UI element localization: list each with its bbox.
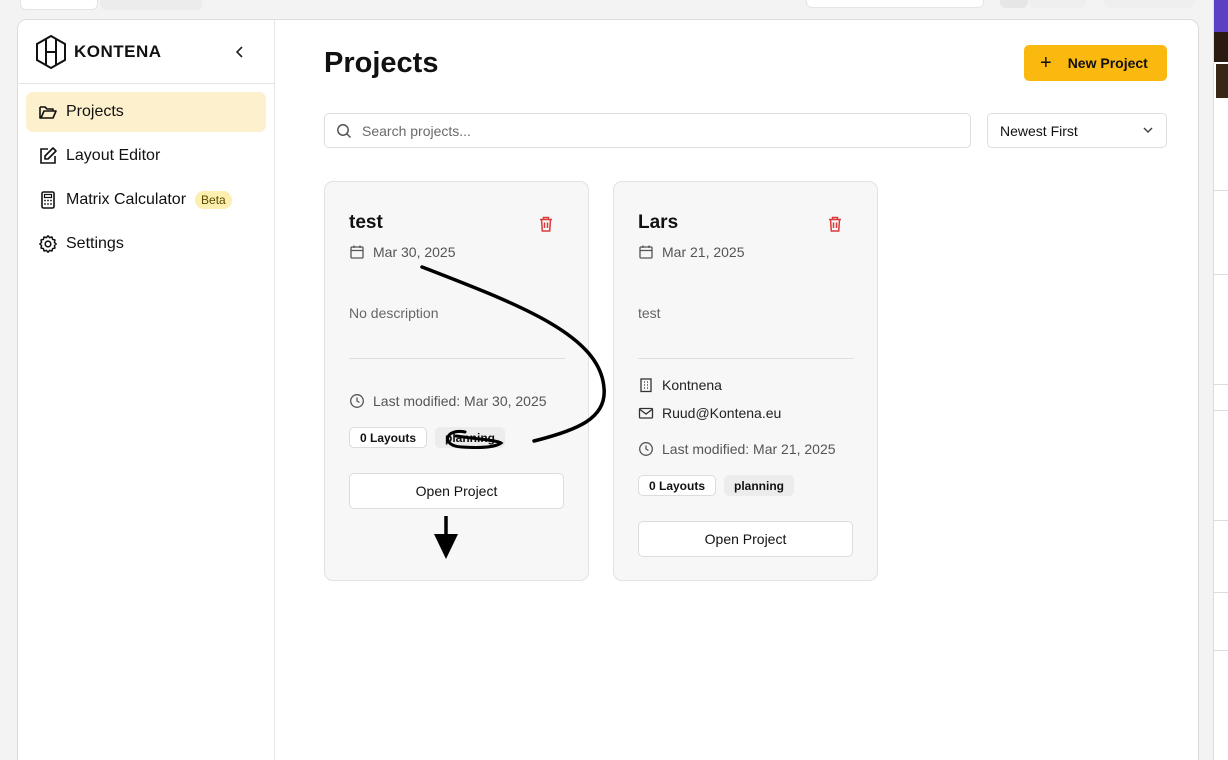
company-name: Kontnena — [662, 377, 722, 393]
search-box — [324, 113, 971, 148]
main-content: Projects + New Project Newest First test… — [276, 20, 1198, 760]
search-input[interactable] — [362, 122, 922, 139]
mail-icon — [638, 405, 654, 421]
new-project-label: New Project — [1067, 55, 1148, 71]
project-description: No description — [349, 305, 439, 321]
building-icon — [638, 377, 654, 393]
project-card: test Mar 30, 2025 No description Last mo… — [324, 181, 589, 581]
kontena-logo-icon — [36, 34, 66, 69]
background-window — [1213, 0, 1228, 760]
sort-selected-value: Newest First — [1000, 122, 1078, 139]
sidebar-item-matrix-calculator[interactable]: Matrix Calculator Beta — [26, 180, 266, 220]
app-window: KONTENA Projects Layout Editor Matrix Ca… — [17, 19, 1199, 760]
clock-icon — [638, 441, 654, 457]
logo-row: KONTENA — [18, 20, 274, 84]
trash-icon[interactable] — [826, 215, 844, 233]
browser-address-bar[interactable] — [806, 0, 984, 8]
last-modified: Last modified: Mar 30, 2025 — [373, 393, 547, 409]
sidebar-item-projects[interactable]: Projects — [26, 92, 266, 132]
project-date-row: Mar 30, 2025 — [349, 244, 456, 260]
open-project-button[interactable]: Open Project — [638, 521, 853, 557]
project-name: test — [349, 212, 383, 233]
contact-email: Ruud@Kontena.eu — [662, 405, 782, 421]
project-date: Mar 30, 2025 — [373, 244, 456, 260]
last-modified-row: Last modified: Mar 21, 2025 — [638, 441, 836, 457]
company-row: Kontnena — [638, 377, 722, 393]
sidebar-item-settings[interactable]: Settings — [26, 224, 266, 264]
card-divider — [638, 358, 854, 359]
last-modified-row: Last modified: Mar 30, 2025 — [349, 393, 547, 409]
edit-icon — [38, 146, 58, 166]
sort-select[interactable]: Newest First — [987, 113, 1167, 148]
brand-name: KONTENA — [74, 41, 162, 61]
search-icon — [337, 123, 352, 138]
browser-button[interactable] — [1030, 0, 1086, 8]
sidebar-item-label: Matrix Calculator — [66, 191, 187, 208]
browser-button[interactable] — [1104, 0, 1194, 8]
calculator-icon — [38, 190, 58, 210]
new-project-button[interactable]: + New Project — [1024, 45, 1167, 81]
sidebar-item-label: Settings — [66, 235, 124, 252]
layouts-count-tag: 0 Layouts — [638, 475, 717, 496]
project-description: test — [638, 305, 661, 321]
layouts-count-tag: 0 Layouts — [349, 427, 428, 448]
browser-tab[interactable] — [20, 0, 98, 10]
open-project-button[interactable]: Open Project — [349, 473, 564, 509]
project-date-row: Mar 21, 2025 — [638, 244, 745, 260]
browser-button[interactable] — [1000, 0, 1028, 8]
browser-tab[interactable] — [100, 0, 202, 10]
sidebar-item-label: Layout Editor — [66, 147, 161, 164]
clock-icon — [349, 393, 365, 409]
gear-icon — [38, 234, 58, 254]
project-date: Mar 21, 2025 — [662, 244, 745, 260]
beta-badge: Beta — [195, 191, 232, 209]
chevron-down-icon — [1143, 127, 1153, 134]
calendar-icon — [638, 244, 654, 260]
sidebar-item-layout-editor[interactable]: Layout Editor — [26, 136, 266, 176]
collapse-sidebar-button[interactable] — [230, 42, 250, 62]
chevron-left-icon — [235, 46, 243, 58]
sidebar-item-label: Projects — [66, 103, 124, 120]
project-card: Lars Mar 21, 2025 test Kontnena Ruud@Kon… — [613, 181, 878, 581]
last-modified: Last modified: Mar 21, 2025 — [662, 441, 836, 457]
trash-icon[interactable] — [537, 215, 555, 233]
calendar-icon — [349, 244, 365, 260]
status-tag: planning — [435, 427, 505, 448]
email-row: Ruud@Kontena.eu — [638, 405, 781, 421]
sidebar: KONTENA Projects Layout Editor Matrix Ca… — [18, 20, 275, 760]
plus-icon: + — [1040, 52, 1052, 74]
folder-open-icon — [38, 102, 58, 122]
page-title: Projects — [324, 47, 439, 79]
card-divider — [349, 358, 565, 359]
sidebar-nav: Projects Layout Editor Matrix Calculator… — [18, 84, 274, 276]
project-name: Lars — [638, 212, 679, 233]
status-tag: planning — [724, 475, 794, 496]
